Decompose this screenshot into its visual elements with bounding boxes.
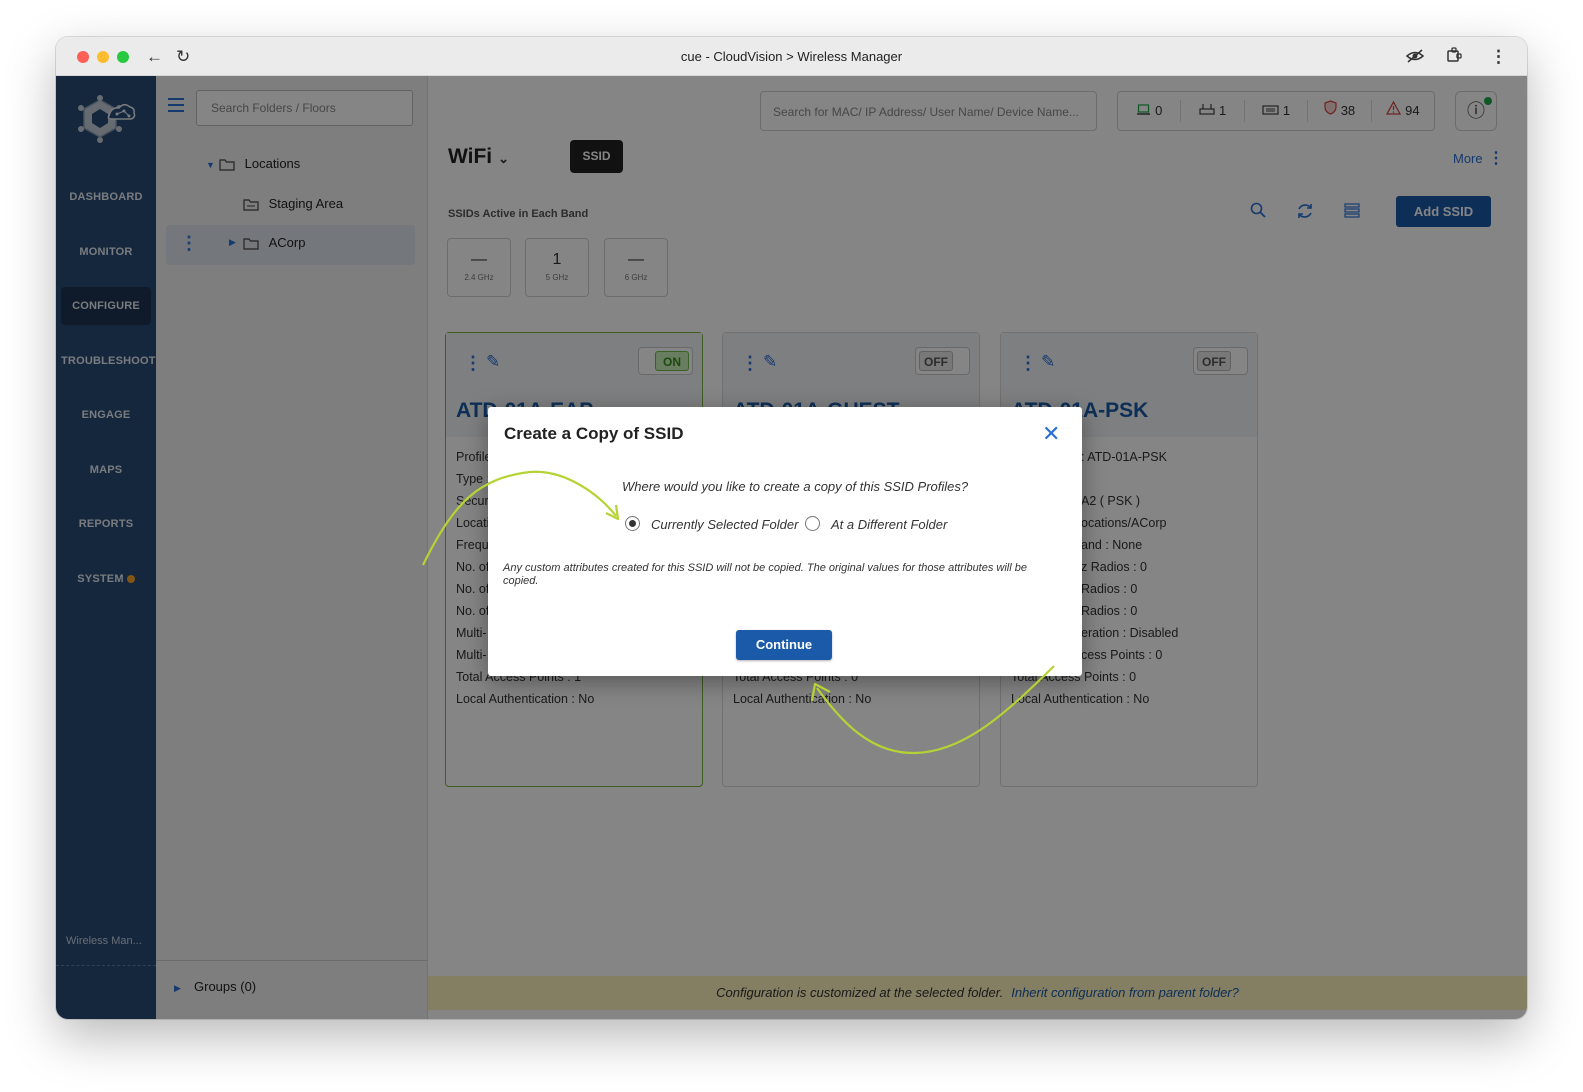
dialog-note: Any custom attributes created for this S… [503, 562, 1027, 587]
radio-label-current-folder[interactable]: Currently Selected Folder [651, 517, 798, 532]
browser-titlebar: ← ↻ cue - CloudVision > Wireless Manager… [56, 37, 1527, 76]
continue-button[interactable]: Continue [736, 630, 832, 660]
copy-ssid-dialog: Create a Copy of SSID ✕ Where would you … [488, 407, 1082, 676]
browser-window: ← ↻ cue - CloudVision > Wireless Manager… [56, 37, 1527, 1019]
dialog-question: Where would you like to create a copy of… [622, 479, 969, 494]
radio-label-different-folder[interactable]: At a Different Folder [831, 517, 947, 532]
extensions-icon[interactable] [1446, 47, 1462, 68]
window-title: cue - CloudVision > Wireless Manager [680, 49, 903, 64]
radio-current-folder[interactable] [625, 516, 640, 531]
close-icon[interactable]: ✕ [1042, 423, 1060, 445]
eye-off-icon[interactable] [1405, 48, 1425, 69]
radio-different-folder[interactable] [805, 516, 820, 531]
app-area: DASHBOARD MONITOR CONFIGURE TROUBLESHOOT… [56, 76, 1527, 1019]
browser-menu-icon[interactable]: ⋮ [1490, 47, 1507, 67]
dialog-title: Create a Copy of SSID [504, 424, 684, 443]
